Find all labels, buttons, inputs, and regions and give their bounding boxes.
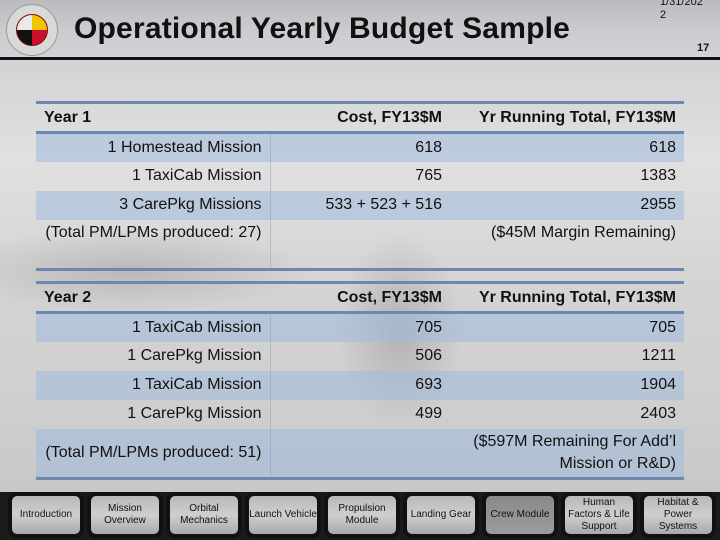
running-total-cell: 705 [450, 312, 684, 342]
cost-cell [270, 428, 450, 479]
nav-mission-overview[interactable]: Mission Overview [87, 492, 163, 538]
table-row: 1 TaxiCab Mission 765 1383 [36, 161, 684, 191]
total-produced-cell: (Total PM/LPMs produced: 51) [36, 428, 271, 479]
running-total-cell: 1904 [450, 370, 684, 400]
running-total-cell: 1211 [641, 347, 676, 364]
nav-crew-module[interactable]: Crew Module [482, 492, 558, 538]
year1-budget-table: Year 1 Cost, FY13$M Yr Running Total, FY… [36, 101, 684, 271]
table-row: 1 CarePkg Mission 499 2403 [36, 399, 684, 429]
year2-budget-table: Year 2 Cost, FY13$M Yr Running Total, FY… [36, 281, 684, 480]
mission-cell: 1 CarePkg Mission [36, 399, 271, 429]
running-total-cell: 618 [450, 132, 684, 162]
cost-cell: 705 [270, 312, 450, 342]
cost-cell: 506 [415, 347, 442, 364]
remaining-budget-cell: ($597M Remaining For Add’l Mission or R&… [450, 428, 684, 479]
table-row: 3 CarePkg Missions 533 + 523 + 516 2955 [36, 190, 684, 220]
running-total-header: Yr Running Total, FY13$M [478, 108, 676, 126]
slide-date: 1/31/202 2 [660, 0, 703, 21]
nav-orbital-mechanics[interactable]: Orbital Mechanics [166, 492, 242, 538]
cost-cell: 765 [415, 167, 442, 184]
nav-landing-gear[interactable]: Landing Gear [403, 492, 479, 538]
cost-cell: 618 [270, 132, 450, 162]
mission-cell: 1 Homestead Mission [36, 132, 271, 162]
table-header-row: Year 1 Cost, FY13$M Yr Running Total, FY… [36, 102, 684, 133]
table-row: 1 CarePkg Mission 506 1211 [36, 341, 684, 371]
margin-remaining-cell: ($45M Margin Remaining) [491, 223, 676, 241]
mission-cell: 1 TaxiCab Mission [36, 370, 271, 400]
cost-cell [270, 220, 450, 270]
table-row: 1 TaxiCab Mission 693 1904 [36, 370, 684, 400]
nav-human-factors-life-support[interactable]: Human Factors & Life Support [561, 492, 637, 538]
table-row: 1 TaxiCab Mission 705 705 [36, 312, 684, 342]
table-summary-row: (Total PM/LPMs produced: 51) ($597M Rema… [36, 428, 684, 479]
cost-cell: 693 [270, 370, 450, 400]
cost-header: Cost, FY13$M [337, 288, 442, 306]
year-label: Year 1 [44, 108, 92, 126]
running-total-cell: 2403 [640, 405, 676, 422]
cost-header: Cost, FY13$M [337, 108, 442, 126]
university-seal-logo [6, 4, 58, 56]
mission-cell: 1 TaxiCab Mission [36, 161, 271, 191]
slide-number: 17 [697, 42, 710, 54]
maryland-flag-icon [16, 14, 48, 46]
slide-title: Operational Yearly Budget Sample [74, 12, 571, 45]
mission-cell: 1 TaxiCab Mission [36, 312, 271, 342]
running-total-cell: 2955 [450, 190, 684, 220]
running-total-header: Yr Running Total, FY13$M [478, 288, 676, 306]
nav-introduction[interactable]: Introduction [8, 492, 84, 538]
total-produced-cell: (Total PM/LPMs produced: 27) [36, 219, 271, 270]
section-navigation-bar: Introduction Mission Overview Orbital Me… [0, 492, 720, 540]
mission-cell: 1 CarePkg Mission [36, 341, 271, 371]
nav-launch-vehicle[interactable]: Launch Vehicle [245, 492, 321, 538]
mission-cell: 3 CarePkg Missions [36, 190, 271, 220]
nav-propulsion-module[interactable]: Propulsion Module [324, 492, 400, 538]
cost-cell: 499 [415, 405, 442, 422]
year-label: Year 2 [44, 288, 92, 306]
table-row: 1 Homestead Mission 618 618 [36, 132, 684, 162]
nav-habitat-power-systems[interactable]: Habitat & Power Systems [640, 492, 716, 538]
cost-cell: 533 + 523 + 516 [270, 190, 450, 220]
table-summary-row: (Total PM/LPMs produced: 27) ($45M Margi… [36, 219, 684, 270]
table-header-row: Year 2 Cost, FY13$M Yr Running Total, FY… [36, 282, 684, 313]
running-total-cell: 1383 [640, 167, 676, 184]
slide-header: Operational Yearly Budget Sample 1/31/20… [0, 0, 720, 60]
